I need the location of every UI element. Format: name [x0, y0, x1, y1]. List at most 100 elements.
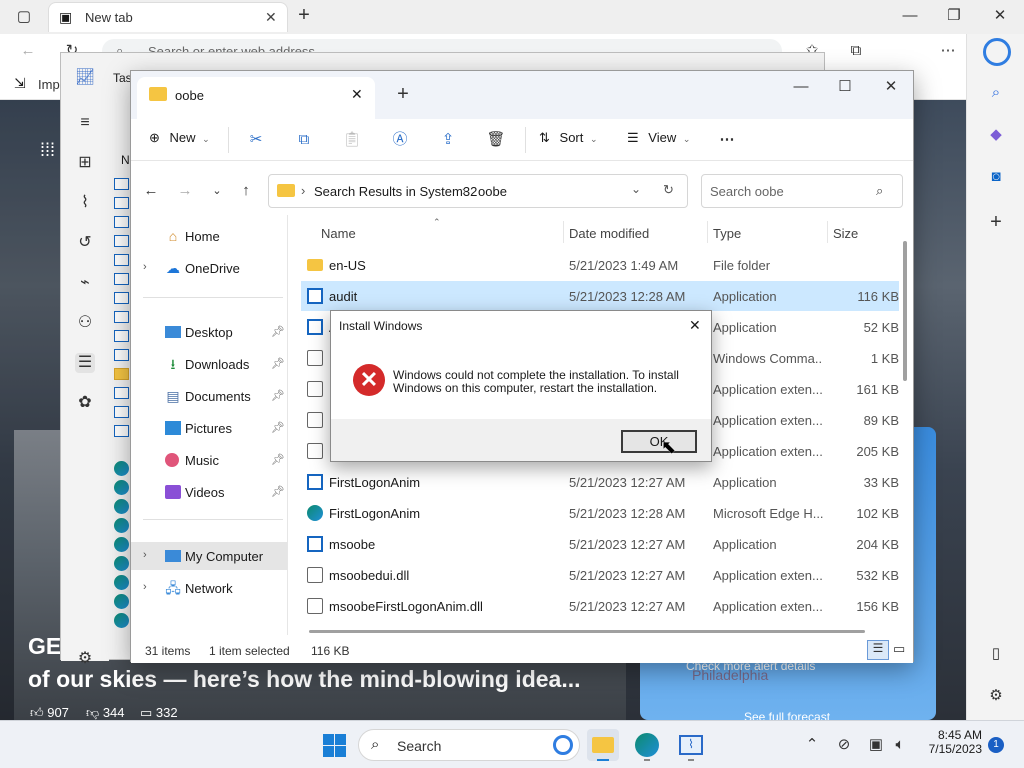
nav-item-downloads[interactable]: ⭳ Downloads 📌︎: [131, 350, 287, 378]
sidebar-add-icon[interactable]: +: [984, 212, 1008, 232]
explorer-tab-close-icon[interactable]: ✕: [351, 86, 363, 103]
pin-icon[interactable]: 📌︎: [271, 485, 285, 498]
apps-grid-icon[interactable]: ⁞⁞⁞: [40, 140, 55, 161]
tiles-view-icon[interactable]: ▭: [893, 641, 905, 657]
nav-item-pictures[interactable]: Pictures 📌︎: [131, 414, 287, 442]
nav-item-music[interactable]: Music 📌︎: [131, 446, 287, 474]
column-size[interactable]: Size: [833, 226, 858, 241]
pin-icon[interactable]: 📌︎: [271, 421, 285, 434]
show-hidden-icons-icon[interactable]: ⌃: [800, 735, 824, 755]
file-row[interactable]: en-US 5/21/2023 1:49 AM File folder: [301, 250, 899, 280]
cut-icon[interactable]: ✂: [244, 130, 268, 150]
tab-close-icon[interactable]: ✕: [265, 9, 277, 26]
thumbs-down-icon[interactable]: 👎︎: [86, 705, 99, 720]
nav-item-my-computer[interactable]: › My Computer: [131, 542, 287, 570]
sort-button[interactable]: ⇅ Sort ⌄: [539, 130, 598, 146]
performance-icon[interactable]: ⌇: [75, 193, 95, 213]
news-headline-line-2[interactable]: of our skies — here’s how the mind-blowi…: [28, 666, 581, 693]
hamburger-menu-icon[interactable]: ≡: [75, 113, 95, 133]
address-refresh-icon[interactable]: ↻: [663, 182, 674, 198]
rename-icon[interactable]: Ⓐ: [388, 130, 412, 150]
sidebar-toggle-icon[interactable]: ▯: [984, 644, 1008, 664]
explorer-maximize-icon[interactable]: ☐: [833, 77, 857, 97]
app-history-icon[interactable]: ↺: [75, 233, 95, 253]
chevron-right-icon[interactable]: ›: [143, 581, 147, 593]
nav-item-home[interactable]: ⌂ Home: [131, 222, 287, 250]
taskbar-edge[interactable]: [631, 729, 663, 761]
nav-item-network[interactable]: › 🖧︎ Network: [131, 574, 287, 602]
new-button[interactable]: ⊕ New ⌄: [149, 130, 210, 146]
taskbar-file-explorer[interactable]: [587, 729, 619, 761]
up-arrow-icon[interactable]: ↑: [234, 181, 258, 201]
users-icon[interactable]: ⚇: [75, 313, 95, 333]
startup-apps-icon[interactable]: ⌁: [75, 273, 95, 293]
services-icon[interactable]: ✿: [75, 393, 95, 413]
column-date-modified[interactable]: Date modified: [569, 226, 649, 241]
nav-item-videos[interactable]: Videos 📌︎: [131, 478, 287, 506]
taskbar-search-box[interactable]: ⌕ Search: [358, 729, 580, 761]
clock[interactable]: 8:45 AM 7/15/2023: [920, 728, 982, 756]
see-more-icon[interactable]: ⋯: [715, 130, 739, 150]
tab-actions-icon[interactable]: ▢: [12, 7, 36, 27]
view-button[interactable]: ☰ View ⌄: [627, 130, 690, 146]
full-forecast-link[interactable]: See full forecast: [744, 710, 830, 720]
file-row[interactable]: FirstLogonAnim 5/21/2023 12:28 AM Microsof…: [301, 498, 899, 528]
breadcrumb-search-results[interactable]: Search Results in System32: [314, 184, 477, 199]
thumbs-up-icon[interactable]: 👍︎: [30, 705, 44, 720]
file-row[interactable]: FirstLogonAnim 5/21/2023 12:27 AM Applicat…: [301, 467, 899, 497]
details-icon[interactable]: ☰: [75, 353, 95, 373]
explorer-tab-oobe[interactable]: oobe ✕: [137, 77, 375, 119]
explorer-address-bar[interactable]: › Search Results in System32 › oobe ⌄ ↻: [268, 174, 688, 208]
breadcrumb-oobe[interactable]: oobe: [478, 184, 507, 199]
bing-copilot-icon[interactable]: [983, 38, 1011, 66]
explorer-close-icon[interactable]: ✕: [879, 77, 903, 97]
sidebar-outlook-icon[interactable]: ◙: [984, 167, 1008, 187]
display-icon[interactable]: ▣: [864, 735, 888, 755]
nav-item-desktop[interactable]: Desktop 📌︎: [131, 318, 287, 346]
vertical-scrollbar[interactable]: [903, 241, 907, 381]
share-icon[interactable]: ⇪: [436, 130, 460, 150]
back-icon[interactable]: ←: [16, 41, 40, 61]
details-view-icon[interactable]: ☰: [867, 640, 889, 660]
ok-button[interactable]: OK: [621, 430, 697, 453]
edge-tab-new[interactable]: ▣ New tab ✕: [48, 2, 288, 32]
sidebar-shopping-icon[interactable]: ◆: [984, 125, 1008, 145]
chevron-right-icon[interactable]: ›: [143, 261, 147, 273]
paste-icon[interactable]: 📋︎: [340, 130, 364, 150]
explorer-new-tab-icon[interactable]: +: [391, 84, 415, 104]
network-off-icon[interactable]: ⊘: [832, 735, 856, 755]
sidebar-settings-icon[interactable]: ⚙: [984, 686, 1008, 706]
restore-icon[interactable]: ❐: [942, 6, 966, 26]
explorer-search-box[interactable]: Search oobe ⌕: [701, 174, 903, 208]
address-dropdown-icon[interactable]: ⌄: [631, 182, 641, 196]
notification-badge[interactable]: 1: [988, 737, 1004, 753]
nav-item-onedrive[interactable]: › ☁ OneDrive: [131, 254, 287, 282]
recent-locations-icon[interactable]: ⌄: [205, 181, 229, 201]
pin-icon[interactable]: 📌︎: [271, 389, 285, 402]
column-type[interactable]: Type: [713, 226, 741, 241]
comment-icon[interactable]: ▭: [140, 705, 152, 720]
file-row[interactable]: msoobeFirstLogonAnim.dll 5/21/2023 12:27 …: [301, 591, 899, 621]
volume-icon[interactable]: 🔈︎: [888, 735, 912, 755]
start-button[interactable]: [320, 729, 352, 761]
copy-icon[interactable]: ⧉: [292, 130, 316, 150]
horizontal-scrollbar[interactable]: [309, 630, 865, 633]
taskbar-task-manager[interactable]: ⌇: [675, 729, 707, 761]
tm-settings-icon[interactable]: ⚙: [75, 649, 95, 669]
collections-icon[interactable]: ⧉: [844, 41, 868, 61]
pin-icon[interactable]: 📌︎: [271, 357, 285, 370]
back-arrow-icon[interactable]: ←: [139, 181, 163, 201]
processes-icon[interactable]: ⊞: [75, 153, 95, 173]
new-tab-icon[interactable]: +: [292, 5, 316, 25]
sidebar-search-icon[interactable]: ⌕: [984, 83, 1008, 103]
dialog-close-icon[interactable]: ✕: [689, 317, 701, 334]
file-row-selected[interactable]: audit 5/21/2023 12:28 AM Application 116 KB: [301, 281, 899, 311]
delete-icon[interactable]: 🗑︎: [484, 130, 508, 150]
file-row[interactable]: msoobedui.dll 5/21/2023 12:27 AM Applicati…: [301, 560, 899, 590]
chevron-right-icon[interactable]: ›: [143, 549, 147, 561]
nav-item-documents[interactable]: ▤ Documents 📌︎: [131, 382, 287, 410]
close-icon[interactable]: ✕: [988, 6, 1012, 26]
file-row[interactable]: msoobe 5/21/2023 12:27 AM Application 204 K…: [301, 529, 899, 559]
more-menu-icon[interactable]: ⋯: [936, 41, 960, 61]
pin-icon[interactable]: 📌︎: [271, 453, 285, 466]
